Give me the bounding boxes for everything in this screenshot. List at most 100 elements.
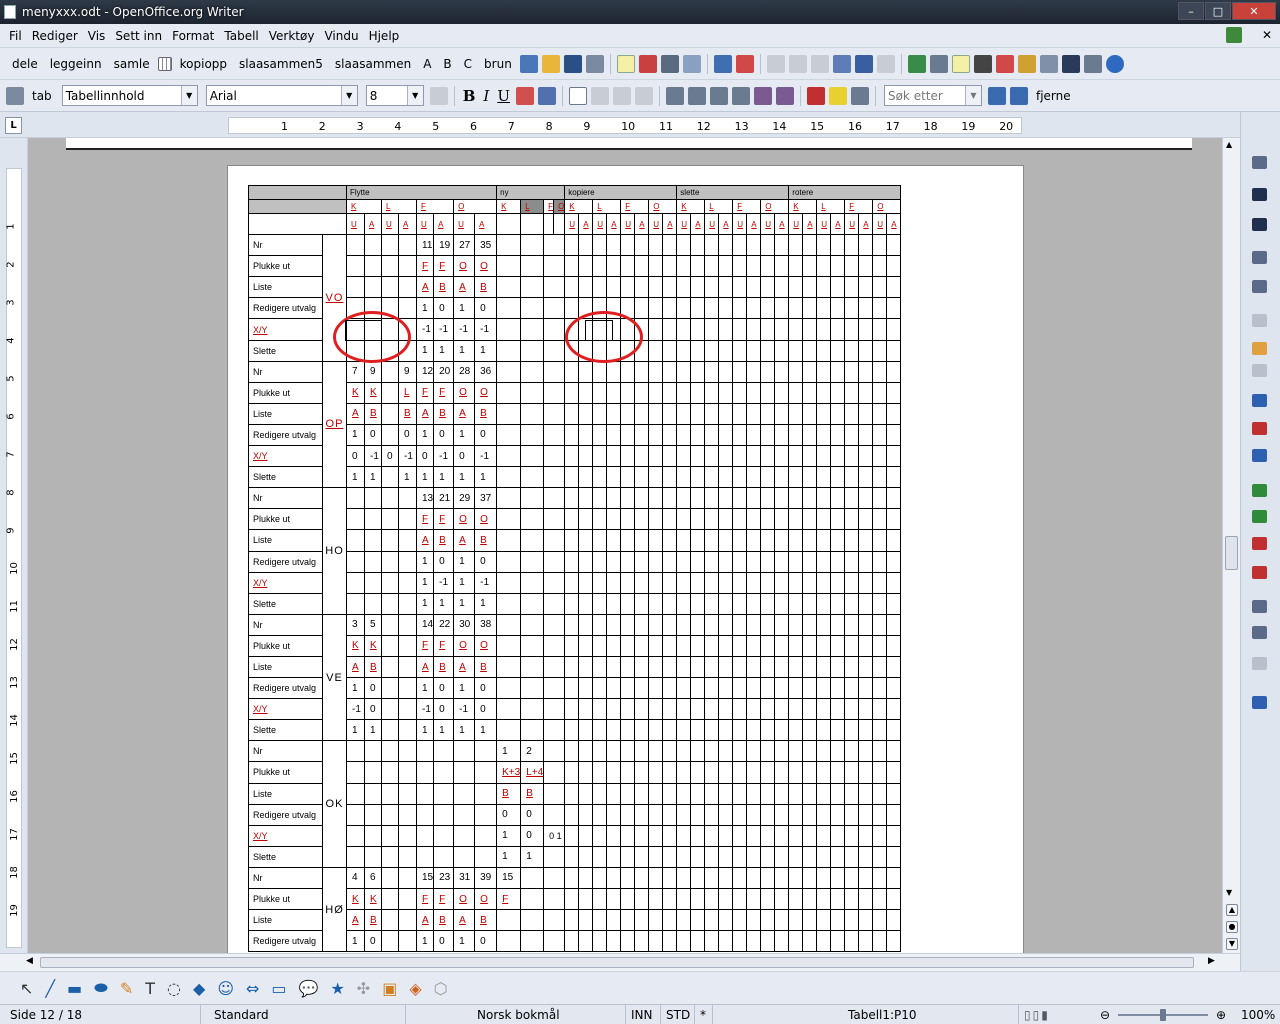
table-cell[interactable] [872,445,888,468]
table-cell[interactable] [634,866,650,890]
table-cell[interactable] [718,423,734,447]
table-cell[interactable] [620,571,636,594]
fontwork-icon[interactable]: ▣ [382,979,397,998]
horizontal-scrollbar[interactable]: ◀ ▶ [0,953,1240,971]
table-cell[interactable] [543,677,566,700]
formatting-marks-icon[interactable] [1061,54,1080,73]
table-cell[interactable] [564,634,580,657]
symbol-shapes-icon[interactable]: ☺ [217,979,234,998]
table-cell[interactable] [788,550,804,573]
table-cell[interactable] [520,698,545,721]
table-cell[interactable]: -1 [433,318,455,341]
table-cell[interactable] [662,887,678,911]
bullets-icon[interactable] [687,86,706,105]
table-cell[interactable] [690,655,706,679]
table-cell[interactable] [886,234,902,257]
table-cell[interactable] [704,255,720,278]
ua-header[interactable]: A [474,212,498,236]
table-cell[interactable] [872,234,888,257]
table-cell[interactable]: A [453,276,476,299]
table-cell[interactable] [648,592,664,615]
table-cell[interactable] [886,297,902,320]
table-cell[interactable] [433,845,455,868]
table-cell[interactable] [648,276,664,299]
table-cell[interactable] [816,698,832,721]
table-cell[interactable]: 6 [364,866,382,890]
table-cell[interactable]: O [453,508,476,531]
table-cell[interactable] [543,529,566,552]
table-cell[interactable] [564,234,580,257]
table-cell[interactable] [774,740,790,763]
zoom-icon[interactable] [1083,54,1102,73]
table-cell[interactable] [844,930,860,953]
table-cell[interactable] [746,466,762,489]
row-label[interactable]: X/Y [248,824,323,847]
table-cell[interactable] [872,655,888,679]
ua-header[interactable]: A [802,212,818,236]
show-draw-icon[interactable] [951,54,970,73]
table-cell[interactable] [543,866,566,890]
table-cell[interactable] [543,381,566,404]
table-cell[interactable]: 37 [474,487,498,510]
table-cell[interactable]: 0 [433,930,455,953]
table-cell[interactable] [578,402,594,425]
table-cell[interactable] [564,466,580,489]
table-cell[interactable] [774,761,790,784]
table-cell[interactable] [592,360,608,383]
align-right-icon[interactable] [612,86,631,105]
table-cell[interactable] [886,487,902,510]
table-cell[interactable] [620,887,636,911]
table-cell[interactable] [872,634,888,657]
table-cell[interactable] [520,508,545,531]
table-cell[interactable] [830,930,846,953]
table-cell[interactable] [816,255,832,278]
table-cell[interactable] [774,381,790,404]
table-cell[interactable] [844,740,860,763]
table-cell[interactable] [520,318,545,341]
format-paintbrush-icon[interactable] [832,54,851,73]
column-header[interactable]: F [620,199,650,214]
table-cell[interactable]: 1 [415,466,435,489]
section-header[interactable]: rotere [788,185,902,200]
table-cell[interactable]: B [433,276,455,299]
table-cell[interactable] [830,381,846,404]
table-cell[interactable] [802,360,818,383]
table-cell[interactable] [886,677,902,700]
table-cell[interactable] [543,423,566,447]
table-cell[interactable] [578,423,594,447]
table-cell[interactable] [592,613,608,636]
increase-indent-icon[interactable] [731,86,750,105]
table-cell[interactable] [704,845,720,868]
table-cell[interactable] [816,276,832,299]
border-icon[interactable] [1249,214,1269,234]
table-cell[interactable] [802,634,818,657]
table-cell[interactable] [704,824,720,847]
table-cell[interactable] [634,255,650,278]
table-cell[interactable] [760,740,776,763]
table-cell[interactable] [802,297,818,320]
table-cell[interactable] [858,381,874,404]
table-cell[interactable] [578,655,594,679]
table-cell[interactable] [690,719,706,742]
table-cell[interactable] [578,930,594,953]
table-cell[interactable]: F [415,508,435,531]
table-cell[interactable] [648,466,664,489]
table-cell[interactable] [746,592,762,615]
table-cell[interactable] [381,508,399,531]
table-cell[interactable] [844,255,860,278]
table-cell[interactable] [774,613,790,636]
table-cell[interactable] [802,318,818,341]
table-cell[interactable] [634,381,650,404]
email-icon[interactable] [585,54,604,73]
table-cell[interactable]: K [364,634,382,657]
table-cell[interactable] [760,634,776,657]
navigator-icon[interactable] [995,54,1014,73]
table-cell[interactable] [381,255,399,278]
menu-vis[interactable]: Vis [83,29,111,43]
previous-page-icon[interactable]: ▲ [1226,904,1238,916]
table-cell[interactable] [858,255,874,278]
page-indicator[interactable]: Side 12 / 18 [10,1008,82,1022]
table-cell[interactable] [662,255,678,278]
table-cell[interactable] [830,529,846,552]
cut-icon[interactable] [766,54,785,73]
